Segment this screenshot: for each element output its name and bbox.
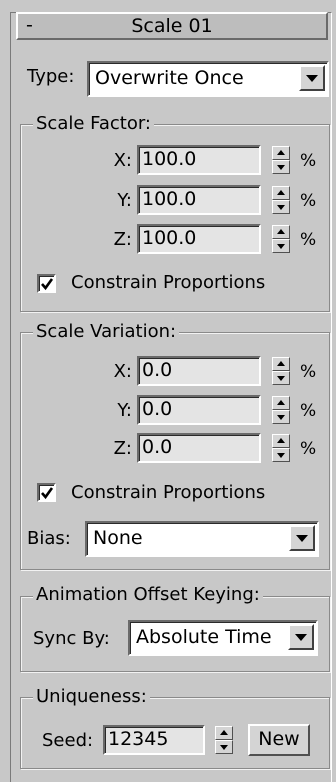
scale-variation-y-field[interactable]: 0.0 bbox=[137, 395, 261, 425]
spin-down-icon[interactable] bbox=[272, 410, 290, 424]
spin-down-icon[interactable] bbox=[272, 371, 290, 385]
scale-factor-z-field[interactable]: 100.0 bbox=[137, 224, 261, 254]
checkmark-icon bbox=[41, 278, 54, 291]
scale-variation-constrain-label[interactable]: Constrain Proportions bbox=[71, 482, 265, 504]
scale-variation-y-spinner[interactable] bbox=[272, 396, 290, 424]
checkmark-icon bbox=[41, 487, 54, 500]
spin-up-icon[interactable] bbox=[272, 146, 290, 160]
scale-factor-title: Scale Factor: bbox=[33, 114, 154, 134]
sync-by-dropdown-value: Absolute Time bbox=[136, 626, 272, 648]
type-label: Type: bbox=[27, 66, 75, 87]
scale-variation-x-field[interactable]: 0.0 bbox=[137, 356, 261, 386]
seed-label: Seed: bbox=[42, 730, 94, 751]
scale-variation-z-unit: % bbox=[300, 439, 317, 459]
spin-down-icon[interactable] bbox=[272, 239, 290, 253]
scale-factor-constrain-checkbox[interactable] bbox=[37, 274, 56, 293]
scale-factor-y-unit: % bbox=[300, 191, 317, 211]
sync-by-label: Sync By: bbox=[33, 628, 110, 649]
scale-factor-z-unit: % bbox=[300, 230, 317, 250]
rollout-title: Scale 01 bbox=[131, 15, 213, 37]
uniqueness-title: Uniqueness: bbox=[33, 687, 150, 707]
scale-variation-constrain-checkbox[interactable] bbox=[37, 483, 56, 502]
type-dropdown[interactable]: Overwrite Once bbox=[87, 61, 329, 97]
spin-down-icon[interactable] bbox=[272, 448, 290, 462]
scale-factor-z-spinner[interactable] bbox=[272, 225, 290, 253]
scale-variation-y-label: Y: bbox=[117, 400, 132, 421]
scale-variation-x-label: X: bbox=[113, 361, 132, 382]
sync-by-dropdown[interactable]: Absolute Time bbox=[128, 620, 318, 656]
spin-up-icon[interactable] bbox=[272, 186, 290, 200]
scale-factor-y-field[interactable]: 100.0 bbox=[137, 185, 261, 215]
chevron-down-icon[interactable] bbox=[299, 65, 325, 91]
scale-variation-y-unit: % bbox=[300, 401, 317, 421]
animation-offset-title: Animation Offset Keying: bbox=[33, 585, 263, 605]
spin-down-icon[interactable] bbox=[272, 200, 290, 214]
seed-spinner[interactable] bbox=[215, 726, 233, 754]
scale-factor-x-field[interactable]: 100.0 bbox=[137, 145, 261, 175]
scale-factor-x-label: X: bbox=[113, 150, 132, 171]
bias-label: Bias: bbox=[27, 528, 71, 549]
scale-factor-x-spinner[interactable] bbox=[272, 146, 290, 174]
scale-variation-z-field[interactable]: 0.0 bbox=[137, 433, 261, 463]
scale-factor-x-unit: % bbox=[300, 151, 317, 171]
scale-factor-y-spinner[interactable] bbox=[272, 186, 290, 214]
scale-variation-x-unit: % bbox=[300, 362, 317, 382]
spin-up-icon[interactable] bbox=[272, 357, 290, 371]
rollout-header-scale[interactable]: - Scale 01 bbox=[16, 12, 328, 40]
scale-factor-z-label: Z: bbox=[113, 229, 132, 250]
type-dropdown-value: Overwrite Once bbox=[95, 67, 244, 89]
spin-up-icon[interactable] bbox=[215, 726, 233, 740]
spin-up-icon[interactable] bbox=[272, 396, 290, 410]
spin-down-icon[interactable] bbox=[272, 160, 290, 174]
spin-up-icon[interactable] bbox=[272, 434, 290, 448]
chevron-down-icon[interactable] bbox=[289, 525, 315, 551]
scale-variation-title: Scale Variation: bbox=[33, 322, 180, 342]
chevron-down-icon[interactable] bbox=[288, 624, 314, 650]
scale-variation-z-spinner[interactable] bbox=[272, 434, 290, 462]
scale-factor-y-label: Y: bbox=[117, 190, 132, 211]
spin-up-icon[interactable] bbox=[272, 225, 290, 239]
scale-factor-constrain-label[interactable]: Constrain Proportions bbox=[71, 272, 265, 294]
collapse-icon[interactable]: - bbox=[26, 13, 33, 37]
new-seed-button[interactable]: New bbox=[248, 724, 310, 756]
bias-dropdown-value: None bbox=[93, 527, 143, 549]
scale-variation-z-label: Z: bbox=[113, 438, 132, 459]
seed-field[interactable]: 12345 bbox=[103, 725, 205, 755]
scale-variation-x-spinner[interactable] bbox=[272, 357, 290, 385]
bias-dropdown[interactable]: None bbox=[85, 521, 319, 557]
spin-down-icon[interactable] bbox=[215, 740, 233, 754]
